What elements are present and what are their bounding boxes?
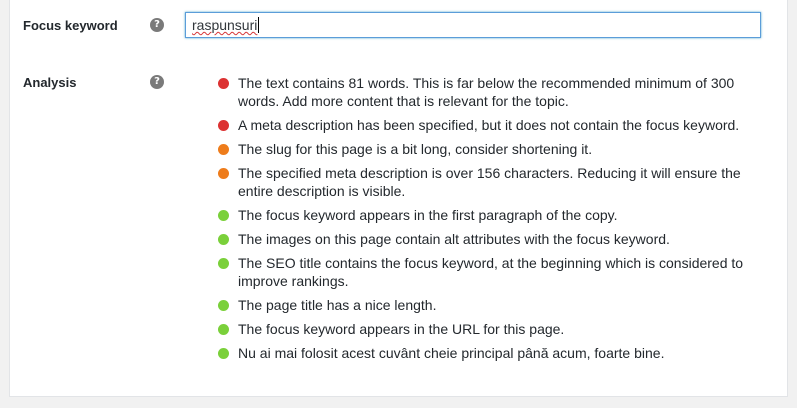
focus-keyword-help-icon[interactable]: ?	[150, 18, 164, 32]
analysis-item-text: The images on this page contain alt attr…	[238, 231, 670, 247]
analysis-item: The text contains 81 words. This is far …	[217, 74, 779, 110]
analysis-item-text: A meta description has been specified, b…	[238, 117, 740, 133]
analysis-item: The specified meta description is over 1…	[217, 164, 779, 200]
analysis-item-text: Nu ai mai folosit acest cuvânt cheie pri…	[238, 345, 665, 361]
analysis-help-icon[interactable]: ?	[150, 75, 164, 89]
status-good-icon	[218, 234, 229, 245]
seo-analysis-panel: Focus keyword ? raspunsuri Analysis ? Th…	[9, 0, 788, 397]
analysis-results-list: The text contains 81 words. This is far …	[217, 74, 779, 368]
focus-keyword-label: Focus keyword	[23, 18, 118, 33]
focus-keyword-value: raspunsuri	[192, 17, 258, 33]
status-good-icon	[218, 210, 229, 221]
analysis-item: The focus keyword appears in the first p…	[217, 206, 779, 224]
text-caret	[258, 17, 260, 33]
analysis-item: The page title has a nice length.	[217, 296, 779, 314]
analysis-item-text: The SEO title contains the focus keyword…	[238, 255, 744, 289]
analysis-item: The focus keyword appears in the URL for…	[217, 320, 779, 338]
analysis-label: Analysis	[23, 75, 77, 90]
status-good-icon	[218, 348, 229, 359]
analysis-item-text: The text contains 81 words. This is far …	[238, 75, 735, 109]
status-ok-icon	[218, 144, 229, 155]
analysis-item: The slug for this page is a bit long, co…	[217, 140, 779, 158]
status-bad-icon	[218, 78, 229, 89]
status-bad-icon	[218, 120, 229, 131]
analysis-item-text: The focus keyword appears in the URL for…	[238, 321, 565, 337]
focus-keyword-input[interactable]: raspunsuri	[185, 12, 761, 38]
analysis-item: A meta description has been specified, b…	[217, 116, 779, 134]
status-good-icon	[218, 258, 229, 269]
status-good-icon	[218, 324, 229, 335]
analysis-item-text: The specified meta description is over 1…	[238, 165, 741, 199]
analysis-item-text: The slug for this page is a bit long, co…	[238, 141, 593, 157]
status-good-icon	[218, 300, 229, 311]
analysis-item-text: The page title has a nice length.	[238, 297, 437, 313]
status-ok-icon	[218, 168, 229, 179]
analysis-item: The SEO title contains the focus keyword…	[217, 254, 779, 290]
analysis-item-text: The focus keyword appears in the first p…	[238, 207, 618, 223]
analysis-item: The images on this page contain alt attr…	[217, 230, 779, 248]
analysis-item: Nu ai mai folosit acest cuvânt cheie pri…	[217, 344, 779, 362]
